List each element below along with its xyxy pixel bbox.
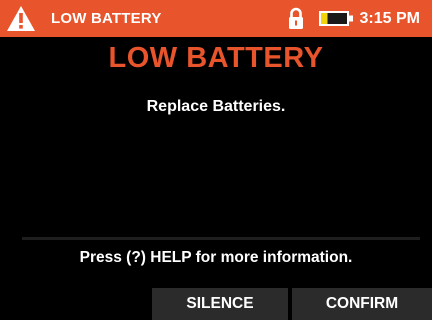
status-bar: LOW BATTERY 3:15 PM — [0, 0, 432, 37]
status-title: LOW BATTERY — [51, 10, 162, 27]
confirm-button[interactable]: CONFIRM — [292, 288, 432, 320]
clock-time: 3:15 PM — [359, 10, 420, 27]
help-text: Press (?) HELP for more information. — [79, 249, 353, 266]
silence-button[interactable]: SILENCE — [152, 288, 288, 320]
divider — [22, 237, 420, 240]
alarm-title: LOW BATTERY — [108, 42, 324, 74]
warning-triangle-icon — [7, 6, 35, 31]
alarm-message: Replace Batteries. — [146, 98, 286, 115]
battery-low-icon — [319, 11, 353, 26]
lock-icon — [289, 7, 303, 29]
